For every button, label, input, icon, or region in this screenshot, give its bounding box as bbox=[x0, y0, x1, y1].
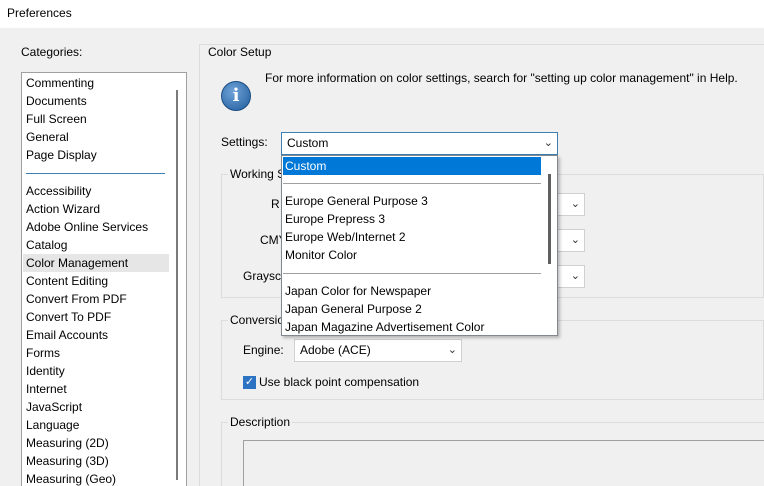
chevron-down-icon: ⌄ bbox=[570, 234, 580, 246]
window-title: Preferences bbox=[7, 6, 72, 20]
rgb-dropdown[interactable]: ⌄ bbox=[555, 193, 585, 216]
description-box bbox=[243, 440, 764, 486]
category-item-adobe-online-services[interactable]: Adobe Online Services bbox=[26, 218, 148, 236]
engine-dropdown[interactable]: Adobe (ACE) ⌄ bbox=[294, 339, 462, 362]
rgb-label: R bbox=[271, 197, 280, 211]
dropdown-item-europe-general-purpose-3[interactable]: Europe General Purpose 3 bbox=[283, 192, 541, 210]
category-item-language[interactable]: Language bbox=[26, 416, 79, 434]
category-item-measuring-3d[interactable]: Measuring (3D) bbox=[26, 452, 109, 470]
category-item-internet[interactable]: Internet bbox=[26, 380, 67, 398]
info-icon: i bbox=[221, 81, 251, 111]
category-item-commenting[interactable]: Commenting bbox=[26, 74, 94, 92]
category-item-identity[interactable]: Identity bbox=[26, 362, 65, 380]
dropdown-item-japan-general-purpose-2[interactable]: Japan General Purpose 2 bbox=[283, 300, 541, 318]
dropdown-item-europe-prepress-3[interactable]: Europe Prepress 3 bbox=[283, 210, 541, 228]
description-title: Description bbox=[228, 415, 293, 429]
working-spaces-title: Working S bbox=[228, 167, 288, 181]
categories-label: Categories: bbox=[21, 45, 83, 59]
category-item-documents[interactable]: Documents bbox=[26, 92, 87, 110]
cmyk-dropdown[interactable]: ⌄ bbox=[555, 229, 585, 252]
category-item-catalog[interactable]: Catalog bbox=[26, 236, 67, 254]
color-setup-title: Color Setup bbox=[208, 45, 272, 59]
category-item-convert-to-pdf[interactable]: Convert To PDF bbox=[26, 308, 111, 326]
dropdown-separator bbox=[283, 183, 541, 184]
settings-dropdown[interactable]: Custom ⌄ bbox=[281, 132, 558, 155]
category-item-javascript[interactable]: JavaScript bbox=[26, 398, 82, 416]
engine-label: Engine: bbox=[243, 343, 284, 357]
category-item-page-display[interactable]: Page Display bbox=[26, 146, 97, 164]
category-item-general[interactable]: General bbox=[26, 128, 69, 146]
info-text: For more information on color settings, … bbox=[265, 71, 738, 85]
dropdown-item-custom[interactable]: Custom bbox=[283, 157, 541, 175]
category-item-full-screen[interactable]: Full Screen bbox=[26, 110, 87, 128]
dropdown-item-japan-magazine-advertisement-color[interactable]: Japan Magazine Advertisement Color bbox=[283, 318, 541, 335]
category-item-email-accounts[interactable]: Email Accounts bbox=[26, 326, 108, 344]
grayscale-dropdown[interactable]: ⌄ bbox=[555, 265, 585, 288]
panel-top-border bbox=[199, 44, 764, 45]
conversion-title: Conversio bbox=[228, 313, 287, 327]
category-item-action-wizard[interactable]: Action Wizard bbox=[26, 200, 100, 218]
category-item-forms[interactable]: Forms bbox=[26, 344, 60, 362]
chevron-down-icon: ⌄ bbox=[543, 137, 553, 149]
categories-scrollbar[interactable] bbox=[176, 90, 178, 480]
category-separator bbox=[26, 173, 165, 174]
dropdown-item-europe-web-internet-2[interactable]: Europe Web/Internet 2 bbox=[283, 228, 541, 246]
dropdown-scrollbar[interactable] bbox=[548, 174, 551, 264]
category-item-convert-from-pdf[interactable]: Convert From PDF bbox=[26, 290, 127, 308]
engine-value: Adobe (ACE) bbox=[300, 343, 371, 357]
category-item-color-management[interactable]: Color Management bbox=[23, 254, 169, 272]
chevron-down-icon: ⌄ bbox=[447, 344, 457, 356]
dropdown-item-japan-color-for-newspaper[interactable]: Japan Color for Newspaper bbox=[283, 282, 541, 300]
settings-dropdown-list[interactable]: Custom Europe General Purpose 3 Europe P… bbox=[281, 155, 558, 336]
title-bar: Preferences bbox=[0, 0, 764, 28]
category-item-measuring-geo[interactable]: Measuring (Geo) bbox=[26, 470, 116, 486]
chevron-down-icon: ⌄ bbox=[570, 270, 580, 282]
black-point-label: Use black point compensation bbox=[259, 375, 420, 389]
panel-divider bbox=[199, 44, 200, 486]
check-icon: ✓ bbox=[244, 376, 255, 388]
category-item-content-editing[interactable]: Content Editing bbox=[26, 272, 108, 290]
category-item-accessibility[interactable]: Accessibility bbox=[26, 182, 91, 200]
category-item-measuring-2d[interactable]: Measuring (2D) bbox=[26, 434, 109, 452]
categories-list[interactable]: Commenting Documents Full Screen General… bbox=[21, 72, 187, 486]
settings-value: Custom bbox=[287, 136, 329, 150]
black-point-checkbox[interactable]: ✓ bbox=[243, 376, 256, 389]
dropdown-separator bbox=[283, 273, 541, 274]
chevron-down-icon: ⌄ bbox=[570, 198, 580, 210]
dropdown-item-monitor-color[interactable]: Monitor Color bbox=[283, 246, 541, 264]
settings-label: Settings: bbox=[221, 135, 268, 149]
